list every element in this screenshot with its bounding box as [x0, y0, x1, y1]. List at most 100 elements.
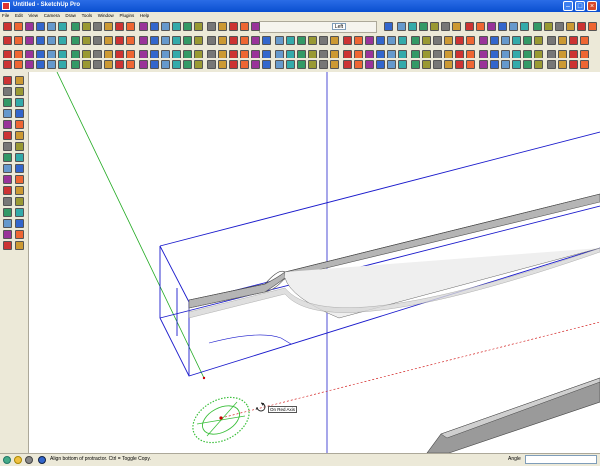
- toolbar-button-icon[interactable]: [104, 36, 113, 45]
- toolbar-button-icon[interactable]: [319, 36, 328, 45]
- toolbar-button-icon[interactable]: [183, 36, 192, 45]
- component-icon[interactable]: [3, 241, 12, 250]
- toolbar-button-icon[interactable]: [430, 22, 439, 31]
- lookaround-icon[interactable]: [15, 219, 24, 228]
- toolbar-button-icon[interactable]: [207, 36, 216, 45]
- toolbar-button-icon[interactable]: [58, 22, 67, 31]
- toolbar-button-icon[interactable]: [251, 36, 260, 45]
- line-icon[interactable]: [15, 87, 24, 96]
- toolbar-button-icon[interactable]: [218, 22, 227, 31]
- toolbar-button-icon[interactable]: [218, 60, 227, 69]
- measurements-input[interactable]: [525, 455, 597, 464]
- toolbar-button-icon[interactable]: [354, 60, 363, 69]
- toolbar-button-icon[interactable]: [330, 60, 339, 69]
- close-button[interactable]: ×: [587, 1, 597, 11]
- toolbar-button-icon[interactable]: [308, 60, 317, 69]
- toolbar-button-icon[interactable]: [207, 22, 216, 31]
- toolbar-button-icon[interactable]: [47, 36, 56, 45]
- toolbar-button-icon[interactable]: [126, 36, 135, 45]
- toolbar-button-icon[interactable]: [36, 60, 45, 69]
- toolbar-button-icon[interactable]: [194, 36, 203, 45]
- polygon-icon[interactable]: [3, 109, 12, 118]
- toolbar-button-icon[interactable]: [398, 36, 407, 45]
- toolbar-button-icon[interactable]: [479, 60, 488, 69]
- toolbar-button-icon[interactable]: [376, 36, 385, 45]
- toolbar-button-icon[interactable]: [183, 60, 192, 69]
- toolbar-button-icon[interactable]: [82, 60, 91, 69]
- credits-icon[interactable]: [14, 456, 22, 464]
- shadow-settings-panel[interactable]: [259, 21, 377, 33]
- toolbar-button-icon[interactable]: [433, 60, 442, 69]
- tape-icon[interactable]: [15, 153, 24, 162]
- toolbar-button-icon[interactable]: [512, 36, 521, 45]
- menu-help[interactable]: Help: [138, 12, 151, 19]
- toolbar-button-icon[interactable]: [71, 36, 80, 45]
- eraser-icon[interactable]: [15, 76, 24, 85]
- toolbar-button-icon[interactable]: [82, 22, 91, 31]
- model-viewport[interactable]: On Red Axis: [29, 72, 600, 453]
- menu-draw[interactable]: Draw: [63, 12, 78, 19]
- toolbar-button-icon[interactable]: [534, 36, 543, 45]
- toolbar-button-icon[interactable]: [422, 36, 431, 45]
- toolbar-button-icon[interactable]: [343, 60, 352, 69]
- toolbar-button-icon[interactable]: [498, 22, 507, 31]
- zoom-window-icon[interactable]: [15, 197, 24, 206]
- toolbar-button-icon[interactable]: [71, 60, 80, 69]
- toolbar-button-icon[interactable]: [286, 36, 295, 45]
- toolbar-button-icon[interactable]: [251, 60, 260, 69]
- toolbar-button-icon[interactable]: [479, 36, 488, 45]
- toolbar-button-icon[interactable]: [512, 60, 521, 69]
- toolbar-button-icon[interactable]: [580, 36, 589, 45]
- toolbar-button-icon[interactable]: [93, 60, 102, 69]
- toolbar-button-icon[interactable]: [455, 60, 464, 69]
- scale-icon[interactable]: [15, 142, 24, 151]
- toolbar-button-icon[interactable]: [262, 60, 271, 69]
- toolbar-button-icon[interactable]: [297, 60, 306, 69]
- toolbar-button-icon[interactable]: [139, 60, 148, 69]
- toolbar-button-icon[interactable]: [93, 22, 102, 31]
- toolbar-button-icon[interactable]: [547, 60, 556, 69]
- select-icon[interactable]: [3, 76, 12, 85]
- toolbar-button-icon[interactable]: [229, 22, 238, 31]
- toolbar-button-icon[interactable]: [444, 36, 453, 45]
- toolbar-button-icon[interactable]: [588, 22, 597, 31]
- toolbar-button-icon[interactable]: [547, 36, 556, 45]
- toolbar-button-icon[interactable]: [419, 22, 428, 31]
- toolbar-button-icon[interactable]: [569, 60, 578, 69]
- toolbar-button-icon[interactable]: [523, 36, 532, 45]
- position-camera-icon[interactable]: [3, 230, 12, 239]
- toolbar-button-icon[interactable]: [115, 22, 124, 31]
- section-icon[interactable]: [15, 230, 24, 239]
- toolbar-button-icon[interactable]: [3, 36, 12, 45]
- toolbar-button-icon[interactable]: [387, 36, 396, 45]
- menu-tools[interactable]: Tools: [80, 12, 95, 19]
- toolbar-button-icon[interactable]: [58, 60, 67, 69]
- zoom-icon[interactable]: [3, 197, 12, 206]
- toolbar-button-icon[interactable]: [398, 60, 407, 69]
- toolbar-button-icon[interactable]: [308, 36, 317, 45]
- toolbar-button-icon[interactable]: [343, 36, 352, 45]
- toolbar-button-icon[interactable]: [466, 60, 475, 69]
- walk-icon[interactable]: [3, 219, 12, 228]
- toolbar-button-icon[interactable]: [251, 22, 260, 31]
- zoom-extents-icon[interactable]: [3, 208, 12, 217]
- toolbar-button-icon[interactable]: [194, 60, 203, 69]
- toolbar-button-icon[interactable]: [411, 36, 420, 45]
- toolbar-button-icon[interactable]: [490, 36, 499, 45]
- toolbar-button-icon[interactable]: [150, 60, 159, 69]
- toolbar-button-icon[interactable]: [161, 22, 170, 31]
- toolbar-button-icon[interactable]: [3, 22, 12, 31]
- toolbar-button-icon[interactable]: [534, 60, 543, 69]
- paint-icon[interactable]: [3, 87, 12, 96]
- toolbar-button-icon[interactable]: [126, 60, 135, 69]
- toolbar-button-icon[interactable]: [172, 60, 181, 69]
- user-icon[interactable]: [25, 456, 33, 464]
- offset-icon[interactable]: [3, 153, 12, 162]
- toolbar-button-icon[interactable]: [240, 36, 249, 45]
- circle-icon[interactable]: [15, 98, 24, 107]
- move-icon[interactable]: [3, 131, 12, 140]
- toolbar-button-icon[interactable]: [14, 60, 23, 69]
- toolbar-button-icon[interactable]: [3, 60, 12, 69]
- toolbar-button-icon[interactable]: [275, 60, 284, 69]
- protractor-icon[interactable]: [3, 164, 12, 173]
